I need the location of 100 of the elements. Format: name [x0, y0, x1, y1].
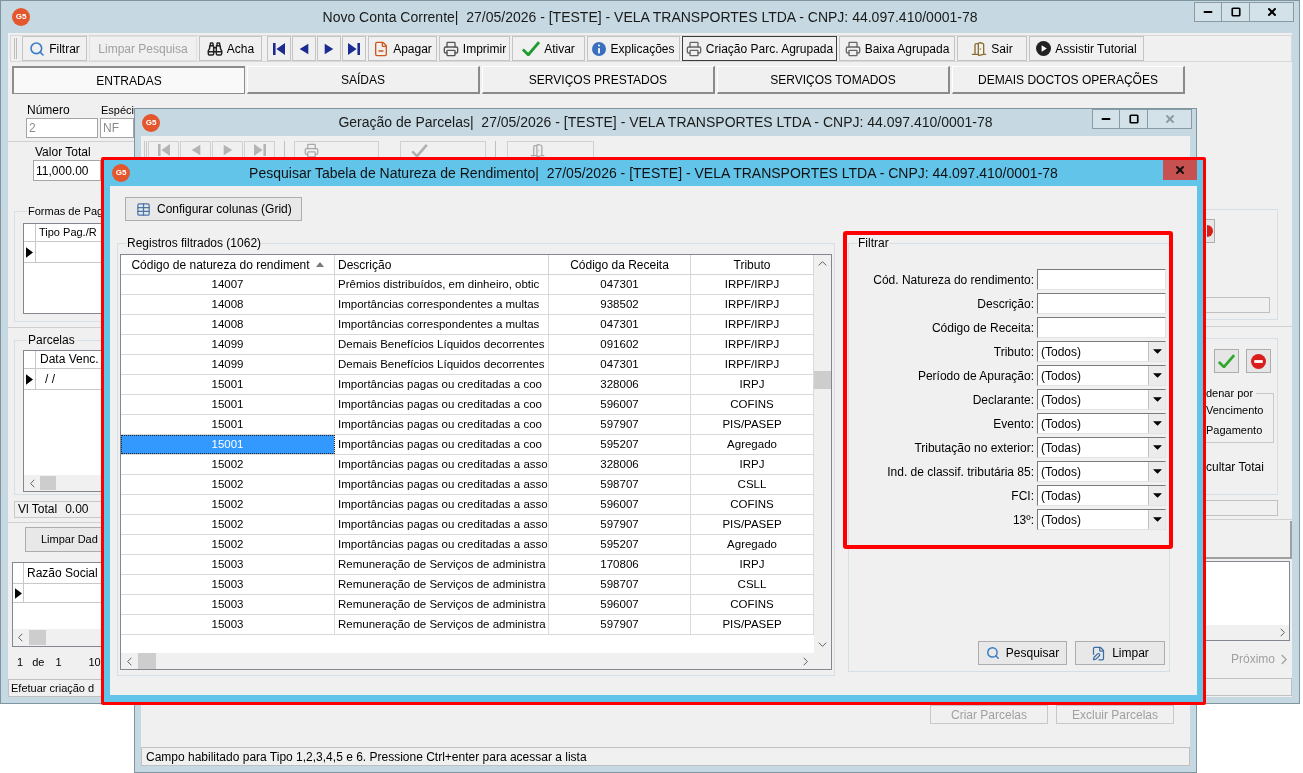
scrollbar-thumb[interactable] — [40, 476, 56, 490]
toolbar-button[interactable]: Imprimir — [439, 36, 510, 61]
chevron-left-icon — [30, 478, 35, 488]
chevron-up-icon — [818, 261, 827, 266]
row-indicator-icon — [26, 373, 33, 385]
tab[interactable]: SERVIÇOS PRESTADOS — [482, 66, 715, 94]
group-title: Registros filtrados (1062) — [126, 237, 263, 250]
table-cell[interactable]: 14099 — [121, 335, 335, 354]
skip-last-icon — [348, 42, 360, 55]
dropdown[interactable]: (Todos) — [1037, 461, 1166, 482]
navigation-button[interactable] — [267, 36, 291, 61]
table-cell[interactable]: 14099 — [121, 355, 335, 374]
action-button[interactable]: Limpar — [1075, 641, 1165, 665]
table-cell: 596007 — [549, 395, 691, 414]
table-cell[interactable]: 15002 — [121, 475, 335, 494]
table-cell: Importâncias pagas ou creditadas a asso — [335, 535, 549, 554]
table-cell[interactable]: 14007 — [121, 275, 335, 294]
column-header[interactable]: Tipo Pag./R — [36, 224, 97, 241]
navigation-button[interactable] — [342, 36, 366, 61]
input-field[interactable] — [1037, 293, 1166, 314]
column-header[interactable]: Razão Social — [24, 563, 98, 583]
table-cell: 598707 — [549, 575, 691, 594]
printer-icon — [844, 40, 861, 57]
column-header[interactable]: Descrição — [335, 255, 549, 274]
scrollbar-thumb[interactable] — [814, 371, 831, 389]
toolbar-button[interactable]: Apagar — [368, 36, 437, 61]
toolbar-button[interactable]: Acha — [199, 36, 262, 61]
toolbar-button[interactable]: Sair — [957, 36, 1027, 61]
tab[interactable]: DEMAIS DOCTOS OPERAÇÕES — [952, 66, 1185, 94]
row-indicator-icon — [14, 587, 22, 599]
column-header[interactable]: Código da Receita — [549, 255, 691, 274]
table-cell[interactable]: 15003 — [121, 595, 335, 614]
minimize-button[interactable] — [1092, 109, 1120, 129]
table-cell[interactable]: 15002 — [121, 495, 335, 514]
column-header[interactable]: Data Venc. — [36, 351, 99, 368]
scrollbar-thumb[interactable] — [138, 653, 156, 669]
clear-button[interactable]: Limpar Dad — [25, 527, 101, 552]
document-minus-icon — [373, 40, 390, 57]
radio-label[interactable]: Vencimento — [1206, 404, 1264, 417]
table-cell[interactable]: 14008 — [121, 315, 335, 334]
tab[interactable]: ENTRADAS — [12, 66, 245, 94]
pager-text: 1 — [17, 656, 24, 669]
dropdown[interactable]: (Todos) — [1037, 365, 1166, 386]
navigation-button[interactable] — [292, 36, 316, 61]
input-field[interactable] — [1037, 269, 1166, 290]
table-cell: Importâncias pagas ou creditadas a asso — [335, 495, 549, 514]
input-field[interactable] — [1037, 317, 1166, 338]
toolbar-button[interactable] — [1206, 219, 1215, 243]
table-cell[interactable]: 15001 — [121, 395, 335, 414]
toolbar-button[interactable]: Assistir Tutorial — [1029, 36, 1144, 61]
sort-ascending-icon — [315, 262, 324, 267]
table-cell[interactable]: 15003 — [121, 615, 335, 634]
chevron-left-icon — [127, 656, 132, 666]
maximize-button[interactable] — [1120, 109, 1148, 129]
minimize-button[interactable] — [1194, 2, 1222, 22]
dropdown[interactable]: (Todas) — [1037, 437, 1166, 458]
action-button[interactable]: Pesquisar — [978, 641, 1067, 665]
table-cell[interactable]: 15001 — [121, 375, 335, 394]
input-field[interactable] — [1206, 297, 1270, 313]
table-cell[interactable]: 15003 — [121, 575, 335, 594]
checkbox-label[interactable]: cultar Totai — [1206, 461, 1264, 474]
table-cell[interactable]: 14008 — [121, 295, 335, 314]
toolbar-button[interactable]: Explicações — [587, 36, 680, 61]
table-cell[interactable]: 15003 — [121, 555, 335, 574]
field-label: Tributo: — [992, 343, 1035, 361]
table-cell[interactable]: 15002 — [121, 535, 335, 554]
dropdown[interactable]: (Todas) — [1037, 485, 1166, 506]
dropdown[interactable]: (Todos) — [1037, 389, 1166, 410]
close-button[interactable] — [1250, 2, 1294, 22]
toolbar-button[interactable]: Criação Parc. Agrupada — [682, 36, 837, 61]
tab[interactable]: SERVIÇOS TOMADOS — [717, 66, 950, 94]
table-cell[interactable]: 15001 — [121, 415, 335, 434]
toolbar-grip — [14, 38, 17, 59]
dropdown[interactable]: (Todos) — [1037, 509, 1166, 530]
radio-label[interactable]: Pagamento — [1206, 424, 1263, 437]
table-cell[interactable]: 15002 — [121, 515, 335, 534]
scrollbar-thumb[interactable] — [29, 630, 46, 645]
toolbar-button[interactable]: Filtrar — [22, 36, 87, 61]
cancel-button[interactable] — [1246, 349, 1271, 373]
toolbar-button[interactable]: Ativar — [512, 36, 585, 61]
table-cell: 595207 — [549, 535, 691, 554]
tab[interactable]: SAÍDAS — [247, 66, 480, 94]
toolbar-button[interactable]: Baixa Agrupada — [839, 36, 955, 61]
input-field[interactable] — [1206, 500, 1278, 516]
toolbar-grip — [144, 141, 147, 157]
table-cell: 596007 — [549, 595, 691, 614]
search-icon — [29, 40, 46, 57]
table-cell: Importâncias pagas ou creditadas a coo — [335, 375, 549, 394]
dropdown[interactable]: (Todos) — [1037, 341, 1166, 362]
input-field[interactable]: 11,000.00 — [33, 160, 101, 181]
table-cell[interactable]: 15002 — [121, 455, 335, 474]
dropdown[interactable]: (Todos) — [1037, 413, 1166, 434]
navigation-button[interactable] — [317, 36, 341, 61]
check-icon — [411, 144, 428, 157]
table-cell: 597907 — [549, 615, 691, 634]
caret-down-icon — [1152, 373, 1162, 378]
configure-button[interactable]: Configurar colunas (Grid) — [125, 197, 302, 221]
column-header[interactable]: Código de natureza do rendiment — [121, 255, 335, 274]
confirm-button[interactable] — [1214, 349, 1239, 373]
maximize-button[interactable] — [1222, 2, 1250, 22]
